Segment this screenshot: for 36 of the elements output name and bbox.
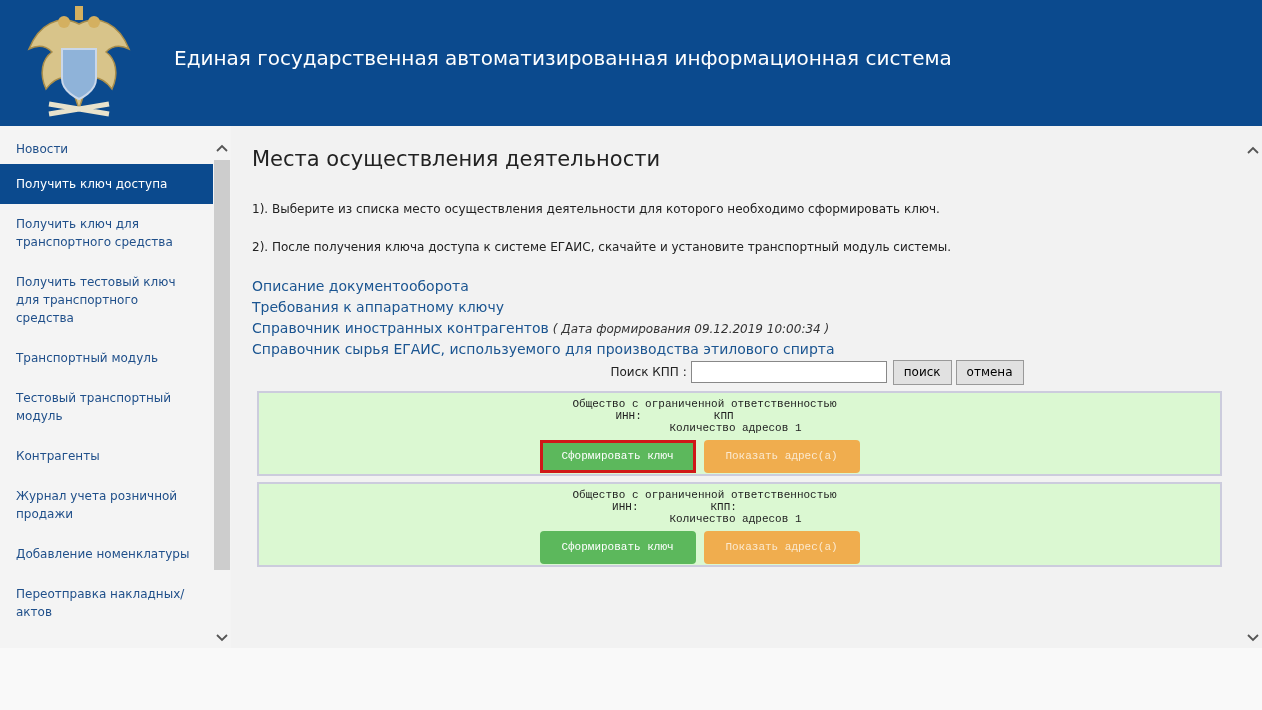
search-field[interactable] [690,361,887,383]
document-link[interactable]: Требования к аппаратному ключу [252,296,504,318]
sidebar-item[interactable]: Получить ключ для транспортного средства [0,204,213,262]
search-label: Поиск КПП : [610,364,687,381]
scroll-down-icon[interactable] [1247,634,1259,642]
instruction-text: 2). После получения ключа доступа к системе ЕГАИС, скачайте и установите транспортный модуль системы. [252,238,952,256]
address-count: Количество адресов 1 [669,512,802,525]
sidebar-item[interactable]: Контрагенты [0,436,213,476]
page-title: Места осуществления деятельности [252,146,662,173]
scroll-thumb[interactable] [214,160,230,570]
scroll-down-icon[interactable] [216,634,228,642]
date-note: ( Дата формирования 09.12.2019 10:00:34 ) [552,320,830,338]
sidebar-item[interactable]: Тестовый транспортный модуль [0,378,213,436]
sidebar-item[interactable]: Получить ключ доступа [0,164,213,204]
sidebar-item[interactable]: Получить тестовый ключ для транспортного средства [0,262,213,338]
sidebar-item[interactable]: Добавление номенклатуры [0,534,213,574]
document-link[interactable]: Описание документооборота [252,275,469,297]
inn-label: ИНН: [612,500,639,513]
document-link[interactable]: Справочник сырья ЕГАИС, используемого для производства этилового спирта [252,338,835,360]
document-link[interactable]: Справочник иностранных контрагентов [252,317,549,339]
kpp-label: КПП [713,409,734,422]
kpp-label: КПП: [710,500,737,513]
address-count: Количество адресов 1 [669,421,802,434]
sidebar-item[interactable]: Журнал учета розничной продажи [0,476,213,534]
organization-name: Общество с ограниченной ответственностью [572,397,837,410]
cancel-button[interactable]: отмена [955,359,1024,385]
scroll-up-icon[interactable] [216,144,228,152]
sidebar-item[interactable]: Новости [0,134,213,164]
sidebar-item[interactable]: Транспортный модуль [0,338,213,378]
sidebar-item[interactable]: Переотправка накладных/актов [0,574,213,632]
inn-label: ИНН: [615,409,642,422]
system-title: Единая государственная автоматизированная информационная система [174,45,952,72]
organization-name: Общество с ограниченной ответственностью [572,488,837,501]
scroll-up-icon[interactable] [1247,146,1259,154]
instruction-text: 1). Выберите из списка место осуществления деятельности для которого необходимо сформировать ключ. [252,200,941,218]
search-button[interactable]: поиск [892,359,952,385]
